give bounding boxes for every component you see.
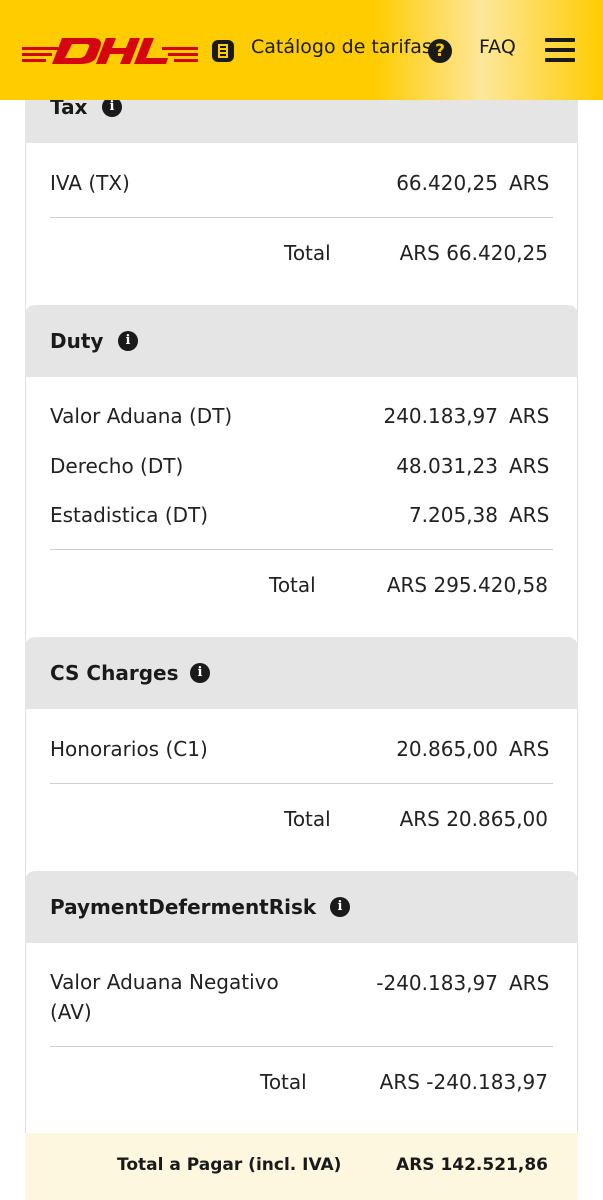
dhl-logo[interactable] (22, 34, 198, 66)
row-label: Honorarios (C1) (50, 737, 208, 761)
row-currency: ARS (509, 737, 550, 761)
info-icon[interactable]: i (330, 897, 350, 917)
total-label: Total (284, 241, 331, 265)
row-currency: ARS (509, 404, 550, 428)
section-title: CS Charges (50, 661, 179, 685)
row-amount: 7.205,38 (408, 503, 498, 527)
divider (50, 1046, 553, 1047)
row-label: Valor Aduana (DT) (50, 404, 233, 428)
total-value: ARS 295.420,58 (386, 573, 548, 597)
catalog-link[interactable]: Catálogo de tarifas (251, 36, 432, 58)
help-icon[interactable]: ? (428, 39, 452, 63)
total-label: Total (284, 807, 331, 831)
section-header-duty: Duty i (25, 305, 578, 377)
grand-total-label: Total a Pagar (incl. IVA) (117, 1155, 342, 1175)
info-icon[interactable]: i (118, 331, 138, 351)
row-amount: 20.865,00 (396, 737, 498, 761)
row-amount: -240.183,97 (376, 971, 498, 995)
row-label: Estadistica (DT) (50, 503, 209, 527)
hamburger-menu-icon[interactable] (545, 38, 575, 64)
total-value: ARS 66.420,25 (399, 241, 548, 265)
row-amount: 48.031,23 (396, 454, 498, 478)
info-icon[interactable]: i (102, 97, 122, 117)
row-amount: 240.183,97 (383, 404, 498, 428)
divider (50, 783, 553, 784)
section-header-payment-deferment-risk: PaymentDefermentRisk i (25, 871, 578, 943)
row-label: IVA (TX) (50, 171, 130, 195)
faq-link[interactable]: FAQ (479, 36, 516, 58)
row-label: Valor Aduana Negativo (AV) (50, 970, 279, 1024)
total-value: ARS -240.183,97 (379, 1070, 548, 1094)
info-icon[interactable]: i (190, 663, 210, 683)
total-value: ARS 20.865,00 (399, 807, 548, 831)
section-title: PaymentDefermentRisk (50, 895, 317, 919)
row-currency: ARS (509, 503, 550, 527)
book-icon[interactable] (210, 38, 236, 64)
row-currency: ARS (509, 454, 550, 478)
section-header-cs-charges: CS Charges i (25, 637, 578, 709)
row-currency: ARS (509, 971, 550, 995)
top-header: Catálogo de tarifas ? FAQ (0, 0, 603, 100)
total-label: Total (260, 1070, 307, 1094)
row-label: Derecho (DT) (50, 454, 184, 478)
total-label: Total (269, 573, 316, 597)
row-currency: ARS (509, 171, 550, 195)
grand-total-value: ARS 142.521,86 (396, 1155, 548, 1175)
grand-total-bar: Total a Pagar (incl. IVA) ARS 142.521,86 (25, 1133, 578, 1200)
row-amount: 66.420,25 (396, 171, 498, 195)
divider (50, 549, 553, 550)
section-title: Duty (50, 329, 104, 353)
divider (50, 217, 553, 218)
